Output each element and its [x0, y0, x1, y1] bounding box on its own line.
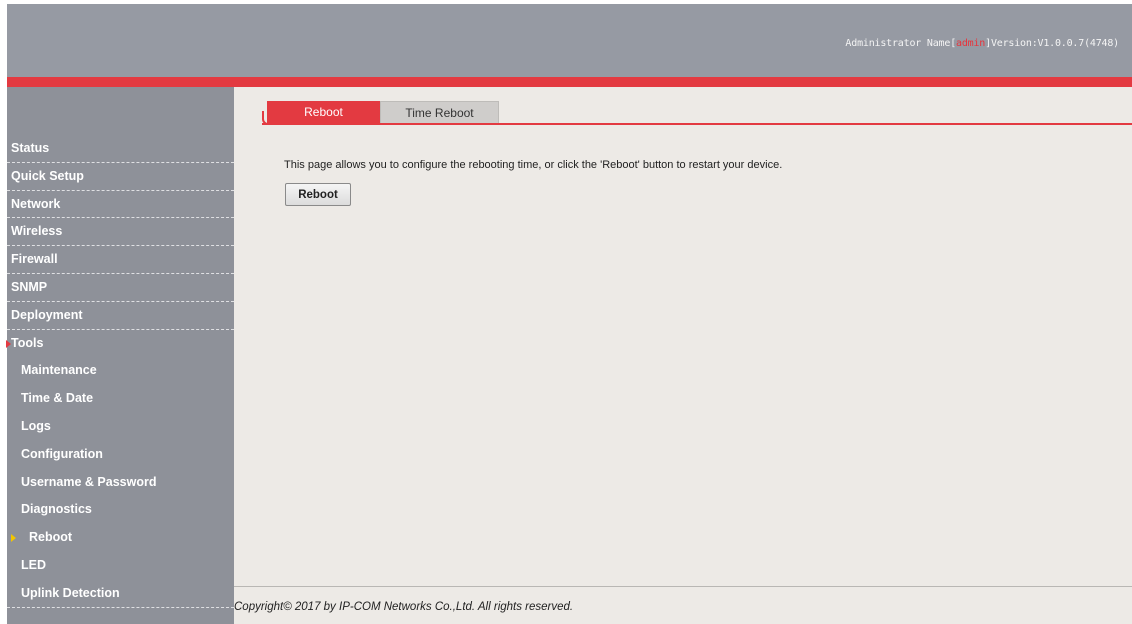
sidebar-item-label: SNMP — [11, 279, 48, 294]
sidebar: Status Quick Setup Network Wireless Fire… — [6, 87, 234, 624]
sidebar-subitem-diagnostics[interactable]: Diagnostics — [7, 496, 234, 524]
sidebar-item-label: Diagnostics — [21, 502, 92, 517]
sidebar-item-label: Firewall — [11, 252, 58, 267]
sidebar-item-label: Reboot — [29, 530, 73, 545]
sidebar-item-label: Username & Password — [21, 474, 157, 489]
sidebar-item-label: Time & Date — [21, 391, 94, 406]
sidebar-item-deployment[interactable]: Deployment — [7, 302, 234, 330]
admin-version-info: Administrator Name[admin]Version:V1.0.0.… — [845, 38, 1119, 49]
sidebar-subitem-logs[interactable]: Logs — [7, 413, 234, 441]
sidebar-item-label: LED — [21, 557, 46, 572]
sidebar-subitem-uplink-detection[interactable]: Uplink Detection — [7, 580, 234, 608]
sidebar-item-tools[interactable]: Tools — [6, 330, 234, 358]
admin-prefix: Administrator Name[ — [845, 38, 957, 49]
tab-reboot[interactable]: Reboot — [267, 101, 380, 123]
sidebar-item-label: Wireless — [11, 224, 63, 239]
tab-time-reboot[interactable]: Time Reboot — [380, 101, 499, 123]
sidebar-subitem-time-date[interactable]: Time & Date — [7, 385, 234, 413]
sidebar-subitem-configuration[interactable]: Configuration — [7, 441, 234, 469]
main-content: Reboot Time Reboot This page allows you … — [234, 87, 1132, 624]
sidebar-nav: Status Quick Setup Network Wireless Fire… — [6, 135, 234, 608]
expanded-arrow-icon — [6, 339, 11, 348]
sidebar-item-label: Status — [11, 141, 50, 155]
tab-underline — [262, 123, 1132, 125]
version-text: ]Version:V1.0.0.7(4748) — [985, 38, 1119, 49]
sidebar-item-firewall[interactable]: Firewall — [7, 246, 234, 274]
footer-divider — [234, 586, 1132, 587]
header-bar: Administrator Name[admin]Version:V1.0.0.… — [7, 4, 1132, 77]
sidebar-item-label: Configuration — [21, 446, 103, 461]
sidebar-item-wireless[interactable]: Wireless — [7, 218, 234, 247]
accent-bar — [7, 77, 1132, 87]
reboot-button[interactable]: Reboot — [285, 183, 351, 206]
admin-username: admin — [956, 38, 986, 49]
page-description: This page allows you to configure the re… — [284, 159, 783, 171]
sidebar-subitem-led[interactable]: LED — [7, 552, 234, 580]
copyright-text: Copyright© 2017 by IP-COM Networks Co.,L… — [234, 601, 574, 613]
sidebar-item-snmp[interactable]: SNMP — [7, 274, 234, 302]
sidebar-subitem-maintenance[interactable]: Maintenance — [7, 357, 234, 385]
active-arrow-icon — [11, 534, 16, 543]
sidebar-item-label: Network — [11, 196, 61, 211]
sidebar-item-status[interactable]: Status — [7, 135, 234, 163]
sidebar-item-quick-setup[interactable]: Quick Setup — [7, 163, 234, 191]
sidebar-item-network[interactable]: Network — [7, 191, 234, 219]
sidebar-item-label: Uplink Detection — [21, 585, 120, 600]
sidebar-item-label: Quick Setup — [11, 168, 84, 183]
sidebar-item-label: Tools — [11, 335, 44, 350]
sidebar-item-label: Deployment — [11, 307, 83, 322]
sidebar-subitem-username-password[interactable]: Username & Password — [7, 469, 234, 497]
sidebar-item-label: Maintenance — [21, 363, 97, 378]
sidebar-item-label: Logs — [21, 418, 51, 433]
sidebar-subitem-reboot[interactable]: Reboot — [7, 524, 234, 552]
